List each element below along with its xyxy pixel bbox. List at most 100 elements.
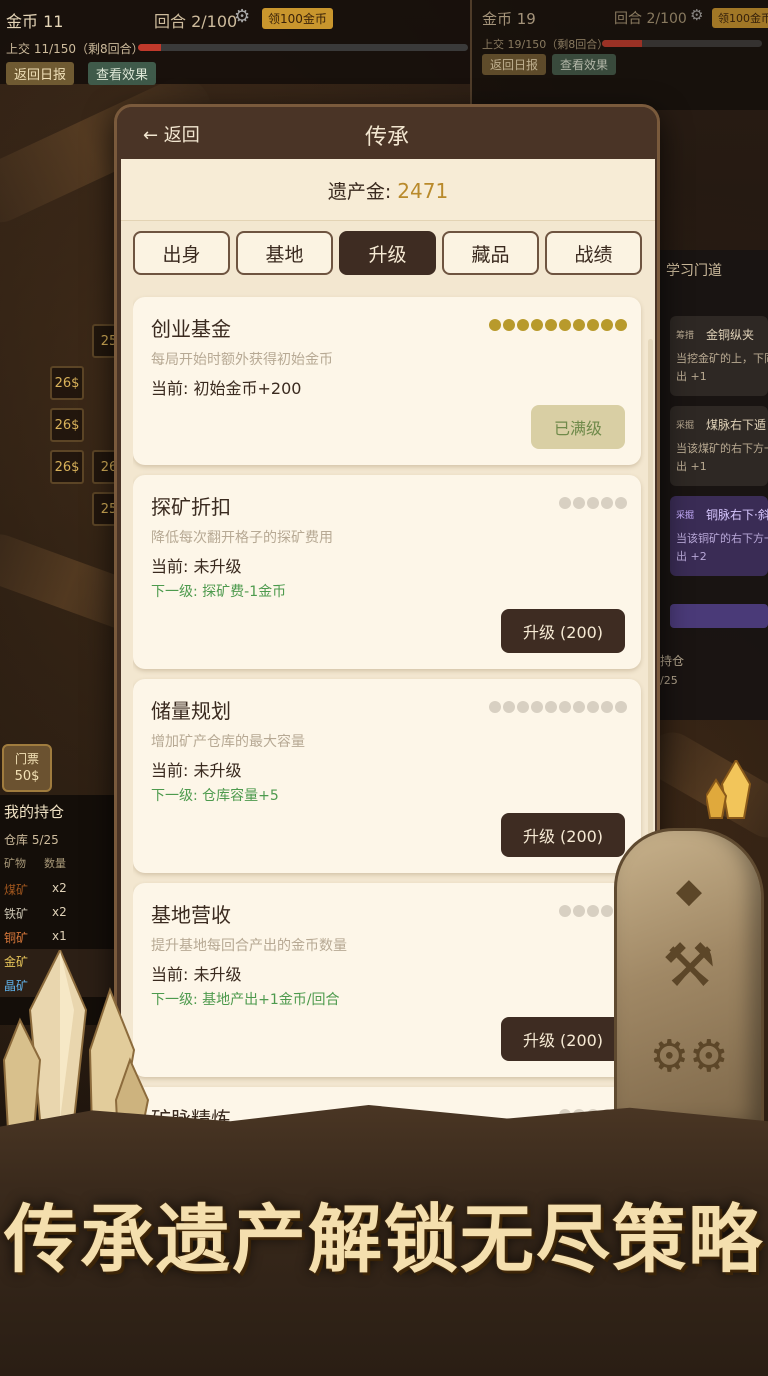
legacy-amount: 2471 xyxy=(397,179,449,203)
level-dots xyxy=(489,319,627,331)
level-dot xyxy=(573,319,585,331)
level-dot xyxy=(559,319,571,331)
claim-gold-button[interactable]: 领100金币 xyxy=(262,8,333,29)
mine-cell[interactable]: 26$ xyxy=(50,450,84,484)
level-dot xyxy=(489,319,501,331)
skill-tag: 采掘 xyxy=(676,511,695,521)
tab-origin[interactable]: 出身 xyxy=(133,231,230,275)
skill-title: 铜脉右下·斜 xyxy=(706,508,768,522)
level-dot xyxy=(601,701,613,713)
upgrade-button[interactable]: 升级 (200) xyxy=(501,609,625,653)
level-dot xyxy=(615,319,627,331)
skill-card: 筹措 金铜纵夹 当挖金矿的上，下同 出 +1 xyxy=(670,316,768,396)
inventory-capacity: 仓库 5/25 xyxy=(4,833,59,847)
tab-upgrade[interactable]: 升级 xyxy=(339,231,436,275)
upgrade-description: 提升基地每回合产出的金币数量 xyxy=(151,938,347,954)
skill-line: 当该铜矿的右下方一 xyxy=(676,532,768,545)
learning-title: 学习门道 xyxy=(666,263,722,279)
level-dot xyxy=(559,905,571,917)
level-dot xyxy=(545,701,557,713)
level-dot xyxy=(587,319,599,331)
tab-collection[interactable]: 藏品 xyxy=(442,231,539,275)
ticket-price: 50$ xyxy=(14,769,40,784)
claim-gold-button: 领100金币 xyxy=(712,8,768,28)
tribute-progress-bar xyxy=(602,40,762,47)
upgrade-description: 每局开始时额外获得初始金币 xyxy=(151,352,333,368)
level-dots xyxy=(559,497,627,509)
legacy-modal: ← 返回 传承 遗产金: 2471 出身 基地 升级 藏品 战绩 创业基金 每局开… xyxy=(114,104,660,1144)
skill-line: 出 +2 xyxy=(676,550,707,563)
mineral-qty: x2 xyxy=(52,881,67,895)
coin-count: 金币 19 xyxy=(482,10,536,28)
upgrade-title: 储量规划 xyxy=(151,699,231,723)
upgrade-next: 下一级: 探矿费-1金币 xyxy=(151,584,287,600)
skill-title: 煤脉右下遁 xyxy=(706,418,767,432)
upgrade-current: 当前: 未升级 xyxy=(151,761,242,780)
level-dot xyxy=(573,701,585,713)
gears-icon: ⚙⚙ xyxy=(649,1031,729,1082)
pickaxe-gear-icon: ⚒ xyxy=(662,931,716,1001)
upgrade-description: 降低每次翻开格子的探矿费用 xyxy=(151,530,333,546)
ticket-label: 门票 xyxy=(14,752,39,766)
level-dot xyxy=(517,701,529,713)
level-dot xyxy=(503,319,515,331)
upgrade-button[interactable]: 升级 (200) xyxy=(501,813,625,857)
purple-action-bar[interactable] xyxy=(670,604,768,628)
upgrade-card: 探矿折扣 降低每次翻开格子的探矿费用 当前: 未升级 下一级: 探矿费-1金币 升级 (… xyxy=(133,475,641,669)
skill-card: 采掘 铜脉右下·斜 当该铜矿的右下方一 出 +2 xyxy=(670,496,768,576)
daily-report-button[interactable]: 返回日报 xyxy=(6,62,75,85)
maxed-button: 已满级 xyxy=(531,405,625,449)
level-dot xyxy=(587,497,599,509)
level-dot xyxy=(531,319,543,331)
upgrade-title: 创业基金 xyxy=(151,317,231,341)
ticket-shop-button[interactable]: 门票 50$ xyxy=(2,744,52,792)
level-dot xyxy=(587,905,599,917)
coin-count: 金币 11 xyxy=(6,12,64,31)
mineral-qty: x1 xyxy=(52,929,67,943)
legacy-currency-bar: 遗产金: 2471 xyxy=(121,159,655,221)
gear-icon[interactable]: ⚙ xyxy=(234,6,250,27)
skill-line: 当挖金矿的上，下同 xyxy=(676,352,768,365)
mineral-qty: x2 xyxy=(52,905,67,919)
upgrade-title: 探矿折扣 xyxy=(151,495,231,519)
skill-line: 当该煤矿的右下方一 xyxy=(676,442,768,455)
level-dot xyxy=(601,319,613,331)
upgrade-card: 基地营收 提升基地每回合产出的金币数量 当前: 未升级 下一级: 基地产出+1金币/回… xyxy=(133,883,641,1077)
level-dot xyxy=(517,319,529,331)
modal-body: 遗产金: 2471 出身 基地 升级 藏品 战绩 创业基金每局开始时额外获得初始… xyxy=(121,159,655,1141)
round-counter: 回合 2/100 xyxy=(154,12,238,31)
upgrade-button[interactable]: 升级 (200) xyxy=(501,1017,625,1061)
upgrade-card: 储量规划增加矿产仓库的最大容量 当前: 未升级下一级: 仓库容量+5 升级 (200… xyxy=(133,679,641,873)
mine-cell[interactable]: 26$ xyxy=(50,366,84,400)
skill-card: 采掘 煤脉右下遁 当该煤矿的右下方一 出 +1 xyxy=(670,406,768,486)
mine-cell[interactable]: 26$ xyxy=(50,408,84,442)
level-dot xyxy=(615,701,627,713)
upgrade-list[interactable]: 创业基金每局开始时额外获得初始金币 当前: 初始金币+200 已满级探矿折扣降低每次… xyxy=(133,287,645,1141)
upgrade-current: 当前: 未升级 xyxy=(151,965,242,984)
tab-records[interactable]: 战绩 xyxy=(545,231,642,275)
tribute-progress-fill xyxy=(602,40,642,47)
upgrade-next: 下一级: 仓库容量+5 xyxy=(151,788,279,804)
tab-base[interactable]: 基地 xyxy=(236,231,333,275)
tribute-progress-fill xyxy=(138,44,162,51)
mineral-name: 铜矿 xyxy=(4,931,29,945)
learning-panel: 学习门道 筹措 金铜纵夹 当挖金矿的上，下同 出 +1 采掘 煤脉右下遁 当该煤… xyxy=(660,250,768,720)
level-dot xyxy=(531,701,543,713)
background-hud-secondary: 金币 19 回合 2/100 ⚙ 领100金币 上交 19/150（剩8回合） … xyxy=(470,0,768,110)
upgrade-title: 基地营收 xyxy=(151,903,231,927)
crystal-cluster-right xyxy=(706,760,752,819)
upgrade-current: 当前: 初始金币+200 xyxy=(151,379,302,398)
holdings-label: 持仓 xyxy=(660,654,685,668)
modal-title: 传承 xyxy=(364,125,409,150)
upgrade-card: 创业基金每局开始时额外获得初始金币 当前: 初始金币+200 已满级 xyxy=(133,297,641,465)
level-dot xyxy=(573,497,585,509)
view-effects-button[interactable]: 查看效果 xyxy=(88,62,157,85)
col-quantity: 数量 xyxy=(44,857,66,870)
upgrade-description: 增加矿产仓库的最大容量 xyxy=(151,734,305,750)
skill-title: 金铜纵夹 xyxy=(706,328,755,342)
rune-stele: ◆ ⚒ ⚙⚙ xyxy=(614,828,764,1138)
mineral-name: 铁矿 xyxy=(4,907,29,921)
level-dots xyxy=(489,701,627,713)
level-dot xyxy=(601,905,613,917)
game-hud: 金币 11 回合 2/100 ⚙ 领100金币 上交 11/150（剩8回合） … xyxy=(0,0,470,85)
